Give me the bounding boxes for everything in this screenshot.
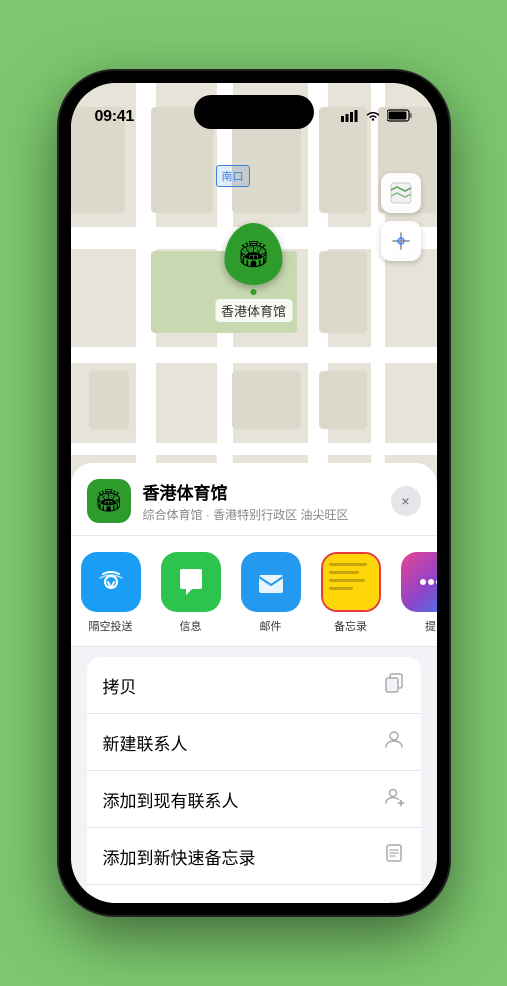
close-button[interactable]: × [391,486,421,516]
venue-pin: 🏟 [224,223,282,285]
venue-avatar: 🏟 [87,479,131,523]
action-new-contact[interactable]: 新建联系人 [87,714,421,771]
share-airdrop[interactable]: 隔空投送 [71,552,151,634]
venue-name-label: 香港体育馆 [215,299,292,322]
share-more[interactable]: 提 [391,552,437,634]
map-controls [381,173,421,269]
phone-screen: 09:41 [71,83,437,903]
share-row: 隔空投送 信息 [71,536,437,647]
status-icons [341,109,413,125]
share-mail[interactable]: 邮件 [231,552,311,634]
notes-icon [321,552,381,612]
new-contact-icon [383,728,405,756]
more-icon [401,552,437,612]
mail-icon [241,552,301,612]
battery-icon [387,109,413,125]
phone-frame: 09:41 [59,71,449,915]
venue-pin-icon: 🏟 [237,239,270,270]
new-contact-label: 新建联系人 [103,730,188,755]
map-label: 南口 [216,165,250,187]
print-icon [383,899,405,903]
wifi-icon [365,110,381,125]
dynamic-island [194,95,314,129]
add-existing-icon [383,785,405,813]
venue-marker: 🏟 香港体育馆 [215,223,292,322]
notes-label: 备忘录 [334,618,367,634]
action-print[interactable]: 打印 [87,885,421,903]
action-list: 拷贝 新建联系人 [87,657,421,903]
message-icon [161,552,221,612]
copy-icon [383,671,405,699]
action-copy[interactable]: 拷贝 [87,657,421,714]
share-message[interactable]: 信息 [151,552,231,634]
sheet-header: 🏟 香港体育馆 综合体育馆 · 香港特别行政区 油尖旺区 × [71,463,437,536]
signal-icon [341,110,359,125]
map-type-button[interactable] [381,173,421,213]
status-time: 09:41 [95,108,134,126]
message-label: 信息 [180,618,202,634]
bottom-sheet: 🏟 香港体育馆 综合体育馆 · 香港特别行政区 油尖旺区 × [71,463,437,903]
action-add-existing[interactable]: 添加到现有联系人 [87,771,421,828]
airdrop-icon [81,552,141,612]
add-note-icon [383,842,405,870]
mail-label: 邮件 [260,618,282,634]
venue-title: 香港体育馆 [143,479,379,504]
copy-label: 拷贝 [103,673,137,698]
venue-subtitle: 综合体育馆 · 香港特别行政区 油尖旺区 [143,506,379,523]
venue-info: 香港体育馆 综合体育馆 · 香港特别行政区 油尖旺区 [143,479,379,523]
action-add-note[interactable]: 添加到新快速备忘录 [87,828,421,885]
print-label: 打印 [103,901,137,904]
add-existing-label: 添加到现有联系人 [103,787,239,812]
add-note-label: 添加到新快速备忘录 [103,844,256,869]
share-notes[interactable]: 备忘录 [311,552,391,634]
airdrop-label: 隔空投送 [89,618,133,634]
location-button[interactable] [381,221,421,261]
more-label: 提 [425,618,436,634]
